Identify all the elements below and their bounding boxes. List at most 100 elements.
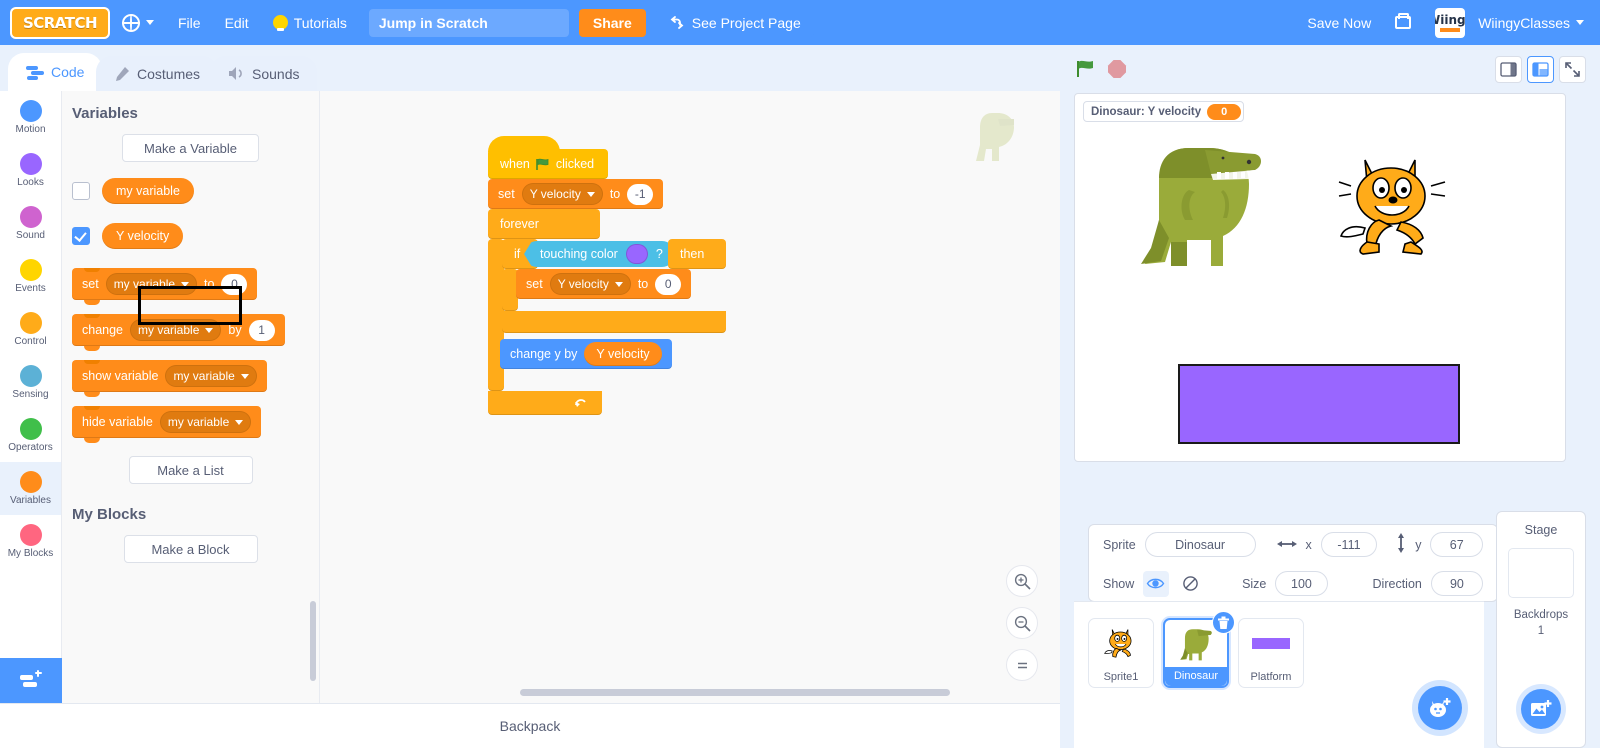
variable-dropdown[interactable]: my variable [159, 411, 252, 433]
category-sensing[interactable]: Sensing [0, 356, 61, 409]
variable-monitor-value: 0 [1207, 103, 1242, 120]
large-stage-button[interactable] [1527, 55, 1554, 83]
variable-reporter-y-velocity[interactable]: Y velocity [584, 342, 662, 366]
block-change-variable[interactable]: change my variable by 1 [72, 314, 285, 351]
chevron-down-icon [614, 281, 623, 287]
block-when-flag-clicked[interactable]: when clicked [488, 136, 609, 179]
x-input[interactable]: -111 [1320, 532, 1378, 557]
language-selector[interactable] [110, 0, 166, 45]
stage-selector-panel[interactable]: Stage Backdrops 1 [1496, 511, 1586, 748]
see-project-page-button[interactable]: See Project Page [655, 8, 814, 37]
category-color-dot [19, 471, 42, 493]
variable-dropdown[interactable]: my variable [105, 273, 198, 295]
stage-sprite-cat[interactable] [1337, 152, 1449, 265]
variable-monitor-checkbox[interactable] [72, 227, 90, 245]
block-set-y-velocity-minus-one[interactable]: set Y velocity to -1 [488, 179, 664, 209]
show-sprite-button[interactable] [1143, 570, 1169, 597]
value-input[interactable]: 0 [655, 273, 682, 295]
share-button[interactable]: Share [578, 8, 646, 37]
category-operators[interactable]: Operators [0, 409, 61, 462]
stage-sprite-platform[interactable] [1178, 364, 1460, 444]
stage[interactable]: Dinosaur: Y velocity 0 [1074, 93, 1566, 462]
code-workspace[interactable]: when clicked set Y velocity to -1 foreve… [320, 91, 1060, 703]
tab-code[interactable]: Code [8, 53, 103, 91]
add-sprite-button[interactable] [1418, 686, 1462, 730]
project-title-input[interactable] [368, 8, 569, 37]
block-show-variable[interactable]: show variable my variable [72, 360, 267, 397]
block-touching-color[interactable]: touching color ? [524, 241, 675, 267]
variable-dropdown[interactable]: my variable [165, 365, 257, 387]
variable-dropdown[interactable]: Y velocity [549, 273, 631, 295]
make-a-variable-button[interactable]: Make a Variable [122, 134, 259, 162]
zoom-out-button[interactable] [1006, 607, 1038, 639]
block-set-variable[interactable]: set my variable to 0 [72, 268, 258, 305]
palette-scrollbar[interactable] [310, 601, 316, 681]
size-input[interactable]: 100 [1275, 571, 1328, 596]
variable-reporter-y-velocity[interactable]: Y velocity [102, 223, 184, 249]
variable-dropdown-value: my variable [167, 415, 230, 429]
category-sound[interactable]: Sound [0, 197, 61, 250]
block-change-y-by[interactable]: change y by Y velocity [500, 339, 672, 369]
small-stage-button[interactable] [1495, 55, 1522, 83]
chevron-down-icon [586, 191, 595, 197]
green-flag-icon [536, 158, 550, 171]
folder-icon [1395, 13, 1412, 29]
block-forever-header[interactable]: forever [488, 209, 600, 239]
variable-monitor-checkbox[interactable] [72, 182, 90, 200]
eye-slash-icon [1183, 576, 1198, 591]
category-events[interactable]: Events [0, 250, 61, 303]
variable-monitor[interactable]: Dinosaur: Y velocity 0 [1083, 101, 1245, 122]
hide-sprite-button[interactable] [1178, 571, 1203, 597]
variable-reporter-my-variable[interactable]: my variable [102, 178, 194, 204]
stop-button[interactable] [1107, 59, 1127, 79]
delete-sprite-button[interactable] [1212, 611, 1235, 634]
backdrop-thumbnail[interactable] [1508, 548, 1574, 598]
save-now-button[interactable]: Save Now [1295, 0, 1383, 45]
value-input[interactable]: -1 [627, 183, 654, 205]
block-label: when [500, 157, 530, 171]
category-my-blocks[interactable]: My Blocks [0, 515, 61, 568]
menu-file[interactable]: File [166, 0, 213, 45]
variable-dropdown-value: Y velocity [529, 187, 581, 201]
make-a-list-button[interactable]: Make a List [128, 456, 253, 484]
tab-sounds[interactable]: Sounds [210, 56, 318, 91]
zoom-in-button[interactable] [1006, 565, 1038, 597]
variable-dropdown[interactable]: Y velocity [521, 183, 603, 205]
color-picker-swatch[interactable] [625, 244, 648, 264]
block-hide-variable[interactable]: hide variable my variable [72, 406, 262, 443]
block-palette[interactable]: Variables Make a Variable my variable Y … [62, 91, 320, 703]
menu-tutorials[interactable]: Tutorials [261, 0, 359, 45]
block-set-y-velocity-zero[interactable]: set Y velocity to 0 [516, 269, 692, 299]
my-stuff-button[interactable] [1383, 0, 1423, 45]
menu-edit[interactable]: Edit [213, 0, 261, 45]
sprite-card-dinosaur[interactable]: Dinosaur [1163, 611, 1235, 688]
category-motion[interactable]: Motion [0, 91, 61, 144]
account-menu[interactable]: Wiingy WiingyClasses [1423, 0, 1600, 45]
workspace-horizontal-scrollbar[interactable] [520, 689, 950, 696]
category-variables[interactable]: Variables [0, 462, 61, 515]
fullscreen-button[interactable] [1559, 55, 1586, 83]
green-flag-button[interactable] [1074, 58, 1096, 80]
menu-file-label: File [178, 14, 201, 31]
stage-sprite-dinosaur[interactable] [1137, 128, 1265, 285]
category-control[interactable]: Control [0, 303, 61, 356]
add-backdrop-button[interactable] [1521, 689, 1561, 729]
scratch-logo[interactable]: SCRATCH [10, 6, 110, 39]
globe-icon [122, 13, 140, 32]
backpack-bar[interactable]: Backpack [0, 703, 1060, 748]
sprite-card-platform[interactable]: Platform [1238, 618, 1304, 688]
show-label: Show [1103, 576, 1135, 591]
sprite-card-sprite1[interactable]: Sprite1 [1088, 618, 1154, 688]
zoom-reset-button[interactable] [1006, 649, 1038, 681]
value-input[interactable]: 1 [248, 319, 275, 341]
sprite-name-input[interactable]: Dinosaur [1144, 532, 1256, 557]
direction-input[interactable]: 90 [1430, 571, 1483, 596]
variable-dropdown[interactable]: my variable [130, 319, 222, 341]
category-label: My Blocks [7, 548, 54, 559]
category-looks[interactable]: Looks [0, 144, 61, 197]
y-input[interactable]: 67 [1430, 532, 1483, 557]
make-a-block-button[interactable]: Make a Block [123, 535, 258, 563]
tab-costumes[interactable]: Costumes [96, 56, 219, 91]
value-input[interactable]: 0 [221, 273, 248, 295]
add-extension-button[interactable] [0, 658, 62, 703]
